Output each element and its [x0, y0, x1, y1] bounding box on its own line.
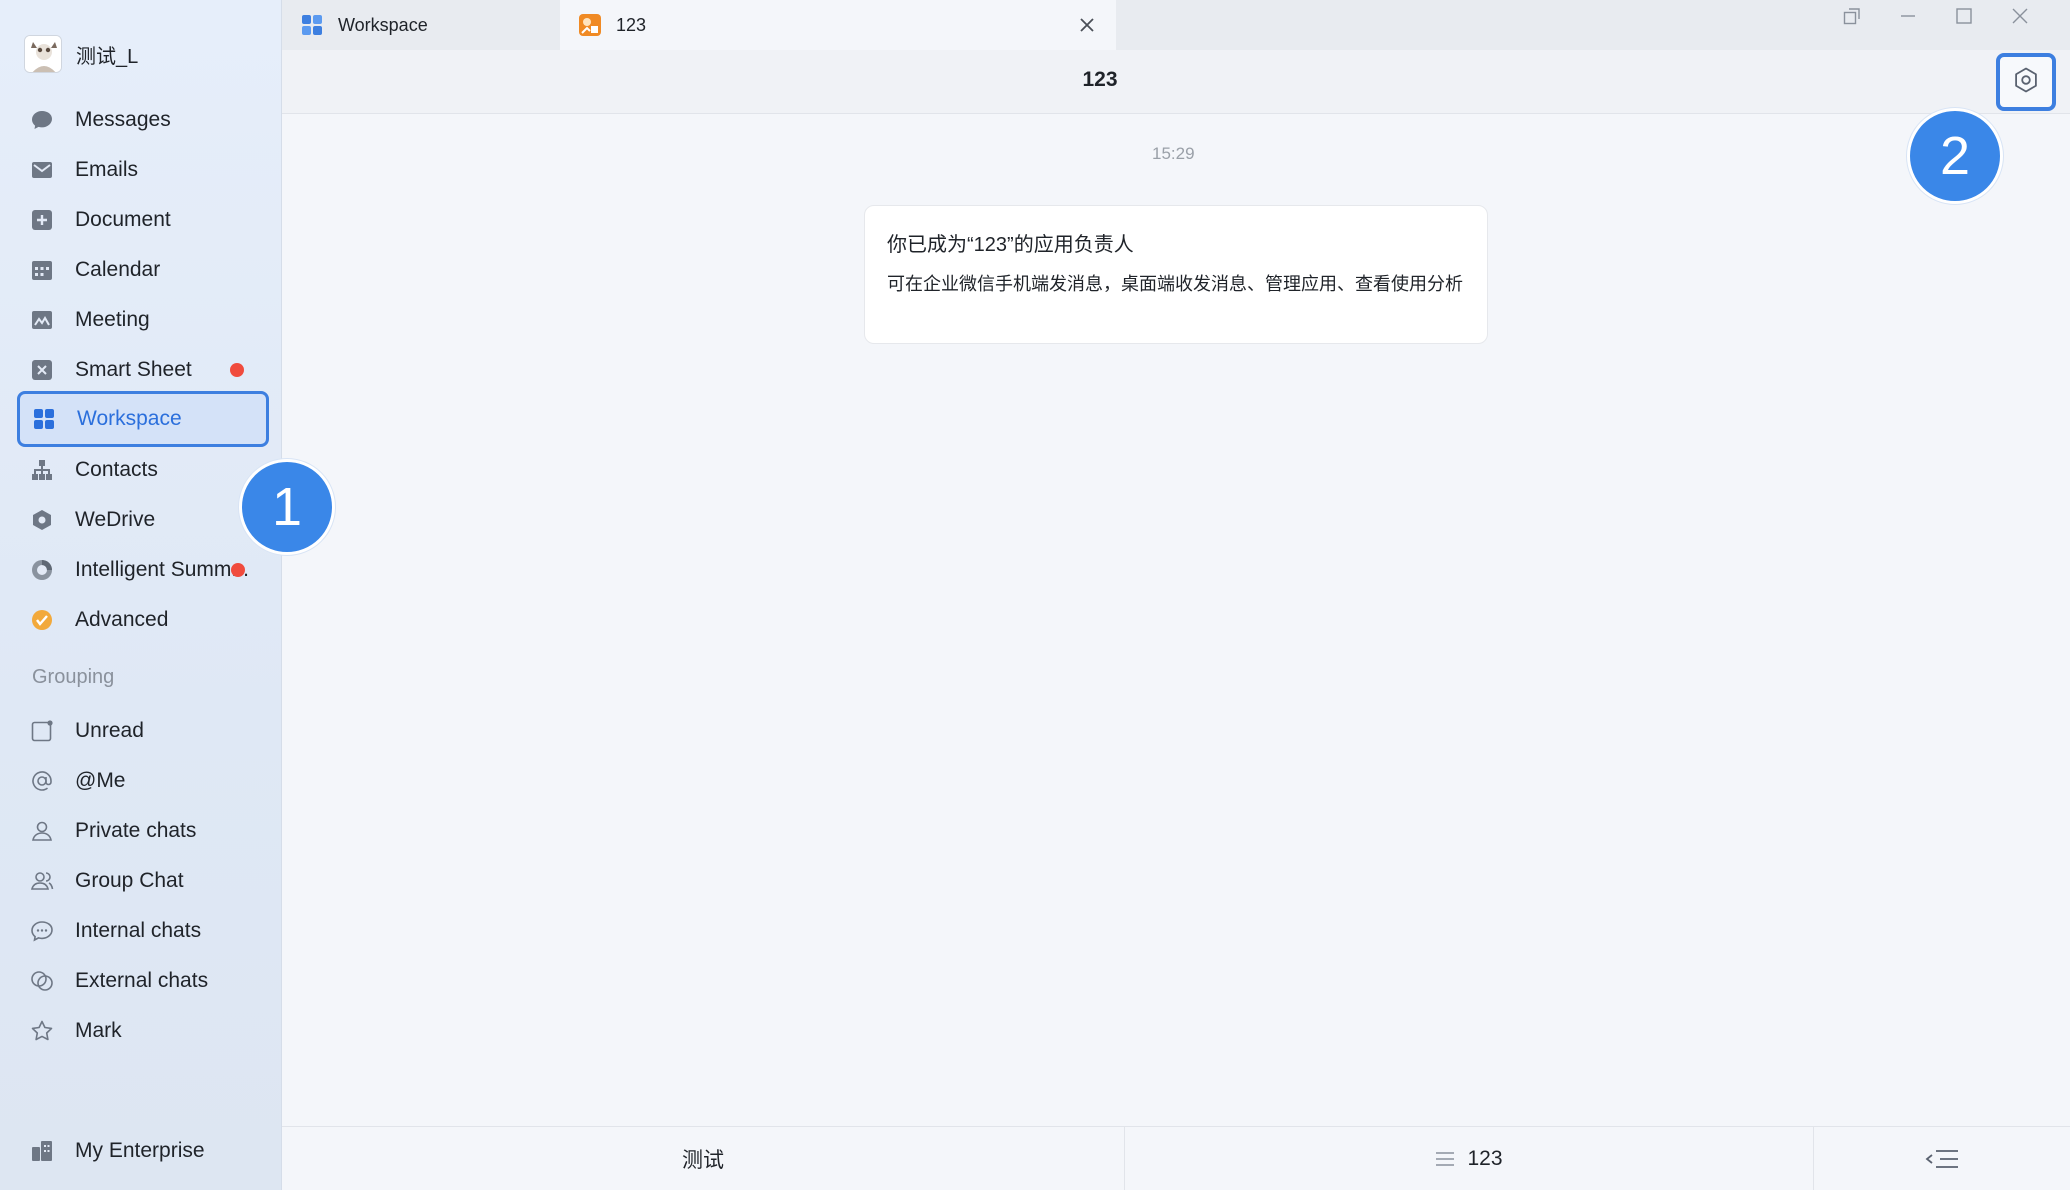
sidebar-item-advanced[interactable]: Advanced	[18, 595, 270, 645]
workspace-grid-icon	[32, 407, 56, 431]
bottom-menu-middle-label: 123	[1467, 1147, 1503, 1170]
star-icon	[30, 1019, 54, 1043]
sidebar-item-my-enterprise[interactable]: My Enterprise	[18, 1126, 270, 1176]
internal-chat-icon	[30, 919, 54, 943]
card-body: 可在企业微信手机端发消息，桌面端收发消息、管理应用、查看使用分析	[887, 274, 1463, 294]
person-icon	[30, 819, 54, 843]
sidebar-item-wedrive[interactable]: WeDrive	[18, 495, 270, 545]
gear-icon	[2012, 66, 2040, 99]
switch-to-input-button[interactable]	[1814, 1127, 2070, 1190]
maximize-icon[interactable]	[1946, 2, 1982, 30]
avatar[interactable]	[24, 35, 62, 73]
meeting-icon	[30, 308, 54, 332]
tab-bar: Workspace 123	[282, 0, 2070, 50]
bottom-menu-bar: 测试 123	[282, 1126, 2070, 1190]
group-item-at-me[interactable]: @Me	[18, 756, 270, 806]
sidebar-item-meeting[interactable]: Meeting	[18, 295, 270, 345]
tab-label: 123	[616, 14, 647, 35]
annotation-badge-1: 1	[239, 459, 335, 555]
group-item-group-chat[interactable]: Group Chat	[18, 856, 270, 906]
sidebar-item-workspace[interactable]: Workspace	[17, 391, 269, 447]
mail-icon	[30, 158, 54, 182]
collapse-menu-icon	[1924, 1148, 1960, 1170]
minimize-icon[interactable]	[1890, 2, 1926, 30]
external-chat-icon	[30, 969, 54, 993]
sidebar-item-contacts[interactable]: Contacts	[18, 445, 270, 495]
group-item-unread[interactable]: Unread	[18, 706, 270, 756]
group-item-internal-chats[interactable]: Internal chats	[18, 906, 270, 956]
notification-dot	[231, 563, 245, 577]
tab-workspace[interactable]: Workspace	[282, 0, 558, 50]
message-timestamp: 15:29	[1152, 144, 1195, 163]
grouping-title: Grouping	[32, 666, 115, 688]
close-tab-icon[interactable]	[1074, 12, 1100, 38]
document-icon	[30, 208, 54, 232]
bottom-menu-left-label: 测试	[682, 1149, 724, 1172]
group-icon	[30, 869, 54, 893]
notification-card: 你已成为“123”的应用负责人 可在企业微信手机端发消息，桌面端收发消息、管理应…	[864, 205, 1488, 344]
at-icon	[30, 769, 54, 793]
profile-name: 测试_L	[76, 45, 139, 68]
advanced-icon	[30, 608, 54, 632]
intelligent-summary-icon	[30, 558, 54, 582]
wedrive-icon	[30, 508, 54, 532]
group-item-external-chats[interactable]: External chats	[18, 956, 270, 1006]
sidebar-item-smart-sheet[interactable]: Smart Sheet	[18, 345, 270, 395]
profile[interactable]: 测试_L	[24, 34, 138, 74]
tab-123[interactable]: 123	[560, 0, 1116, 50]
app-icon	[578, 13, 602, 37]
chat-bubble-icon	[30, 108, 54, 132]
annotation-badge-2: 2	[1907, 108, 2003, 204]
unread-icon	[30, 719, 54, 743]
menu-icon	[1435, 1151, 1455, 1167]
chat-header: 123	[282, 50, 2070, 114]
sidebar-item-intelligent-summary[interactable]: Intelligent Summ...	[18, 545, 270, 595]
calendar-icon	[30, 258, 54, 282]
sidebar-item-document[interactable]: Document	[18, 195, 270, 245]
bottom-menu-left[interactable]: 测试	[282, 1127, 1124, 1190]
settings-button[interactable]	[1996, 53, 2056, 111]
smart-sheet-icon	[30, 358, 54, 382]
sidebar-item-emails[interactable]: Emails	[18, 145, 270, 195]
enterprise-icon	[30, 1139, 54, 1163]
org-chart-icon	[30, 458, 54, 482]
card-title: 你已成为“123”的应用负责人	[887, 234, 1134, 256]
workspace-grid-icon	[300, 13, 324, 37]
bottom-menu-middle[interactable]: 123	[1125, 1127, 1813, 1190]
close-window-icon[interactable]	[2002, 2, 2038, 30]
popout-window-icon[interactable]	[1834, 2, 1870, 30]
group-item-private-chats[interactable]: Private chats	[18, 806, 270, 856]
notification-dot	[230, 363, 244, 377]
group-item-mark[interactable]: Mark	[18, 1006, 270, 1056]
sidebar: 测试_L Messages Emails Document Calendar M…	[0, 0, 282, 1190]
sidebar-item-calendar[interactable]: Calendar	[18, 245, 270, 295]
tab-label: Workspace	[338, 14, 428, 35]
sidebar-item-messages[interactable]: Messages	[18, 95, 270, 145]
chat-title: 123	[1082, 68, 1118, 91]
